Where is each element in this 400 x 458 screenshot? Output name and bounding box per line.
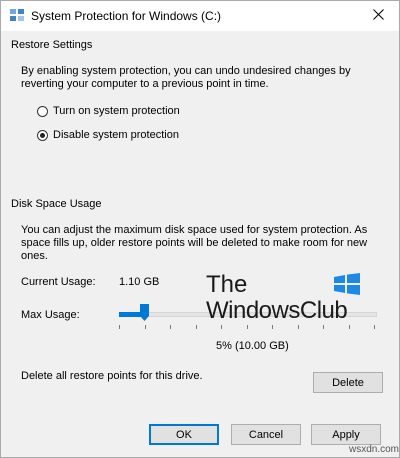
disable-protection-label: Disable system protection <box>53 129 179 141</box>
cancel-button[interactable]: Cancel <box>231 424 301 445</box>
ok-button[interactable]: OK <box>149 424 219 445</box>
disk-description-line-1: You can adjust the maximum disk space us… <box>21 224 368 236</box>
windowsclub-logo-icon <box>334 273 360 295</box>
restore-description-line-1: By enabling system protection, you can u… <box>21 65 351 77</box>
watermark-line-2: WindowsClub <box>206 297 348 324</box>
slider-tick <box>119 325 120 329</box>
slider-tick <box>196 325 197 329</box>
disable-protection-option[interactable]: Disable system protection <box>37 129 179 141</box>
restore-settings-description: By enabling system protection, you can u… <box>21 65 381 91</box>
delete-restore-points-text: Delete all restore points for this drive… <box>21 370 203 382</box>
thewindowsclub-watermark: The WindowsClub <box>206 271 376 329</box>
source-watermark: wsxdn.com <box>349 444 400 455</box>
max-usage-label: Max Usage: <box>21 309 80 321</box>
disk-description-line-3: ones. <box>21 250 48 262</box>
restore-settings-heading: Restore Settings <box>11 39 93 51</box>
slider-thumb[interactable] <box>140 304 149 321</box>
current-usage-label: Current Usage: <box>21 276 96 288</box>
apply-button[interactable]: Apply <box>311 424 381 445</box>
disk-description-line-2: space fills up, older restore points wil… <box>21 237 368 249</box>
slider-tick <box>145 325 146 329</box>
max-usage-value: 5% (10.00 GB) <box>216 340 289 352</box>
title-bar: System Protection for Windows (C:) <box>1 1 399 31</box>
disk-space-description: You can adjust the maximum disk space us… <box>21 224 393 263</box>
delete-button[interactable]: Delete <box>313 372 383 393</box>
system-properties-icon <box>9 8 25 22</box>
turn-on-protection-label: Turn on system protection <box>53 105 180 117</box>
current-usage-value: 1.10 GB <box>119 276 160 288</box>
close-button[interactable] <box>357 1 399 31</box>
system-protection-dialog: System Protection for Windows (C:) Resto… <box>0 0 400 458</box>
watermark-line-1: The <box>206 271 248 298</box>
turn-on-protection-radio[interactable] <box>37 105 48 117</box>
disable-protection-radio[interactable] <box>37 129 48 141</box>
turn-on-protection-option[interactable]: Turn on system protection <box>37 105 180 117</box>
restore-description-line-2: reverting your computer to a previous po… <box>21 78 269 90</box>
disk-space-heading: Disk Space Usage <box>11 198 102 210</box>
window-title: System Protection for Windows (C:) <box>31 9 222 23</box>
close-icon <box>372 9 384 23</box>
slider-tick <box>170 325 171 329</box>
